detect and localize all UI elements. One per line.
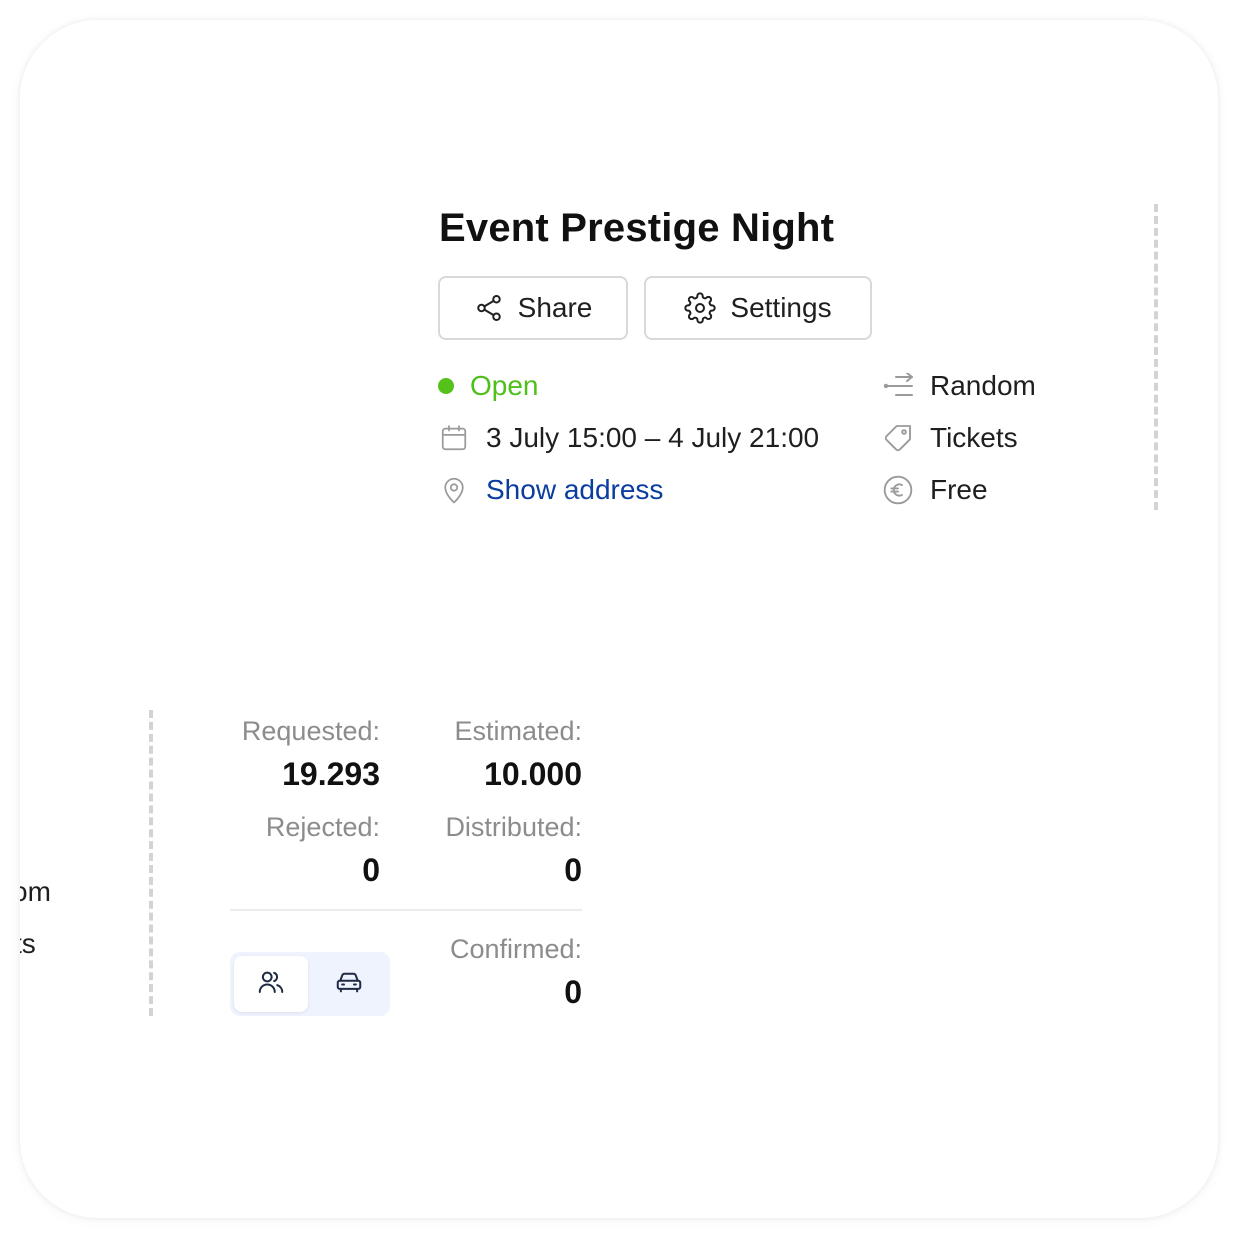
address-row: Show address — [438, 470, 663, 510]
rejected-label: Rejected: — [265, 812, 380, 842]
allocation-row: Random — [882, 366, 1036, 406]
requested-label: Requested: — [241, 716, 380, 746]
price-text: Free — [930, 474, 988, 505]
share-icon — [474, 293, 504, 323]
allocation-text: Random — [930, 370, 1036, 401]
status-text: Open — [470, 370, 539, 401]
distributed-label: Distributed: — [445, 812, 582, 842]
status-row: Open — [438, 366, 539, 406]
location-pin-icon — [438, 474, 470, 506]
price-row: Free — [882, 470, 988, 510]
share-button-label: Share — [517, 292, 593, 323]
confirmed-label: Confirmed: — [449, 934, 582, 964]
date-range-text: 3 July 15:00 – 4 July 21:00 — [486, 422, 820, 453]
random-icon — [882, 370, 914, 402]
show-address-link[interactable]: Show address — [486, 474, 663, 506]
type-row: Tickets — [882, 418, 1018, 458]
status-dot-icon — [438, 370, 454, 402]
settings-button[interactable]: Settings — [644, 276, 872, 340]
gear-icon — [684, 292, 717, 324]
right-separator — [1154, 204, 1158, 510]
clipped-text-2: ts — [20, 928, 36, 959]
share-button[interactable]: Share — [438, 276, 628, 340]
type-text: Tickets — [930, 422, 1018, 453]
date-row: 3 July 15:00 – 4 July 21:00 — [438, 418, 819, 458]
estimated-value: 10.000 — [484, 756, 582, 792]
toggle-car[interactable] — [312, 956, 386, 1012]
calendar-icon — [438, 422, 470, 454]
event-title: Event Prestige Night — [439, 206, 835, 250]
clipped-text-1: om — [20, 876, 51, 907]
settings-button-label: Settings — [730, 292, 832, 323]
car-icon — [334, 967, 364, 1002]
tag-icon — [882, 422, 914, 454]
view-toggle — [230, 952, 390, 1016]
rejected-value: 0 — [362, 852, 380, 888]
estimated-label: Estimated: — [454, 716, 582, 746]
stats-divider — [230, 909, 582, 911]
event-card: Event Prestige Night Share Settings Open… — [20, 20, 1218, 1218]
confirmed-value: 0 — [564, 974, 582, 1010]
euro-icon — [882, 474, 914, 506]
left-separator — [149, 710, 153, 1016]
requested-value: 19.293 — [282, 756, 380, 792]
distributed-value: 0 — [564, 852, 582, 888]
toggle-persons[interactable] — [234, 956, 308, 1012]
persons-icon — [256, 967, 286, 1002]
